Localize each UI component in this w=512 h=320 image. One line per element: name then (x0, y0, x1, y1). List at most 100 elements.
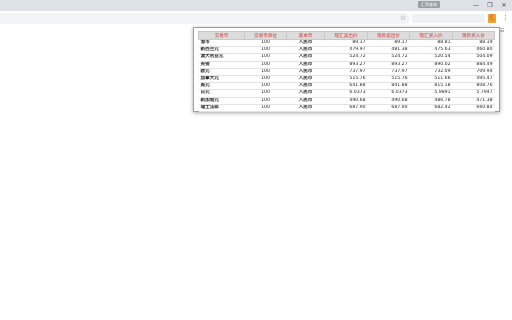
exchange-rate-popup: 交易币 交易币单位 基本币 现汇卖出价 现钞卖出价 现汇买入价 现钞买入价 港币… (193, 27, 500, 112)
cash-buy-rate: 884.49 (452, 61, 495, 69)
base-currency: 人民币 (286, 97, 325, 105)
header-spot-buy: 现汇买入价 (409, 31, 453, 40)
spot-sell-rate: 515.76 (324, 75, 368, 84)
cash-sell-rate: 687.90 (367, 104, 410, 112)
more-menu-icon[interactable]: ⋮ (502, 13, 509, 24)
table-row: 英镑 100 人民币 893.27 893.27 890.02 884.49 (198, 61, 495, 69)
currency-name: 加拿大元 (198, 75, 245, 84)
currency-unit: 100 (244, 46, 287, 55)
currency-name: 港币 (198, 39, 245, 48)
cash-buy-rate: 471.38 (452, 97, 495, 105)
base-currency: 人民币 (286, 46, 325, 55)
spot-sell-rate: 641.88 (324, 82, 368, 91)
table-row: 澳大利亚元 100 人民币 524.72 524.72 520.54 504.0… (198, 53, 495, 62)
cash-buy-rate: 709.94 (452, 68, 495, 76)
base-currency: 人民币 (286, 104, 325, 112)
table-row: 欧元 100 人民币 737.97 737.97 732.09 709.94 (198, 68, 495, 76)
base-currency: 人民币 (286, 89, 325, 98)
base-currency: 人民币 (286, 53, 325, 62)
cash-buy-rate: 5.7947 (452, 89, 495, 98)
cash-sell-rate: 841.88 (367, 82, 410, 91)
currency-name: 澳大利亚元 (198, 53, 245, 62)
spot-sell-rate: 737.97 (324, 68, 368, 76)
table-row: 瑞士法郎 100 人民币 687.90 687.90 682.42 660.84 (198, 104, 495, 112)
exchange-rate-table: 交易币 交易币单位 基本币 现汇卖出价 现钞卖出价 现汇买入价 现钞买入价 港币… (198, 31, 495, 112)
toolbar-extension-area (412, 14, 485, 23)
cash-buy-rate: 660.84 (452, 104, 495, 112)
currency-unit: 100 (244, 82, 287, 91)
spot-buy-rate: 88.81 (409, 39, 453, 48)
currency-unit: 100 (244, 75, 287, 84)
cash-sell-rate: 737.97 (367, 68, 410, 76)
spot-buy-rate: 520.54 (409, 53, 453, 62)
spot-buy-rate: 486.78 (409, 97, 453, 105)
currency-name: 瑞士法郎 (198, 104, 245, 112)
spot-sell-rate: 479.97 (324, 46, 368, 55)
base-currency: 人民币 (286, 61, 325, 69)
table-row: 日元 100 人民币 6.0373 6.0373 5.9891 5.7947 (198, 89, 495, 98)
currency-unit: 100 (244, 39, 287, 48)
cash-sell-rate: 515.76 (367, 75, 410, 84)
browser-toolbar: ☆ 汇 ⋮ (0, 11, 512, 28)
cash-sell-rate: 490.68 (367, 97, 410, 105)
cash-buy-rate: 460.80 (452, 46, 495, 55)
header-unit: 交易币单位 (244, 31, 287, 40)
spot-buy-rate: 732.09 (409, 68, 453, 76)
spot-sell-rate: 893.27 (324, 61, 368, 69)
cash-buy-rate: 504.09 (452, 53, 495, 62)
table-row: 加拿大元 100 人民币 515.76 515.76 511.66 495.47 (198, 75, 495, 84)
table-row: 新加坡元 100 人民币 490.68 490.68 486.78 471.38 (198, 97, 495, 105)
cash-sell-rate: 89.17 (367, 39, 410, 48)
header-spot-sell: 现汇卖出价 (324, 31, 368, 40)
cash-sell-rate: 893.27 (367, 61, 410, 69)
spot-buy-rate: 890.02 (409, 61, 453, 69)
apps-icon[interactable]: ☷ (500, 28, 509, 34)
currency-unit: 100 (244, 97, 287, 105)
spot-sell-rate: 490.68 (324, 97, 368, 105)
cash-buy-rate: 808.76 (452, 82, 495, 91)
base-currency: 人民币 (286, 75, 325, 84)
spot-sell-rate: 687.90 (324, 104, 368, 112)
header-base-currency: 基本币 (286, 31, 325, 40)
base-currency: 人民币 (286, 82, 325, 91)
currency-name: 美元 (198, 82, 245, 91)
close-icon[interactable]: ✕ (496, 0, 512, 11)
table-row: 美元 100 人民币 641.88 841.88 815.18 808.76 (198, 82, 495, 91)
title-bar: 汇率查询 — ❐ ✕ (0, 0, 512, 11)
currency-name: 日元 (198, 89, 245, 98)
currency-name: 英镑 (198, 61, 245, 69)
cash-sell-rate: 524.72 (367, 53, 410, 62)
cash-buy-rate: 495.47 (452, 75, 495, 84)
currency-name: 新加坡元 (198, 97, 245, 105)
table-row: 新西兰元 100 人民币 479.97 481.38 475.63 460.80 (198, 46, 495, 55)
spot-buy-rate: 5.9891 (409, 89, 453, 98)
currency-unit: 100 (244, 104, 287, 112)
spot-sell-rate: 524.72 (324, 53, 368, 62)
window-title: 汇率查询 (418, 1, 440, 8)
address-bar[interactable]: ☆ (0, 13, 410, 24)
currency-name: 新西兰元 (198, 46, 245, 55)
exchange-rate-extension-icon[interactable]: 汇 (488, 14, 496, 23)
spot-buy-rate: 682.42 (409, 104, 453, 112)
table-row: 港币 100 人民币 89.17 89.17 88.81 88.19 (198, 39, 495, 48)
table-header-row: 交易币 交易币单位 基本币 现汇卖出价 现钞卖出价 现汇买入价 现钞买入价 (198, 31, 495, 40)
spot-sell-rate: 6.0373 (324, 89, 368, 98)
currency-unit: 100 (244, 61, 287, 69)
spot-sell-rate: 89.17 (324, 39, 368, 48)
spot-buy-rate: 511.66 (409, 75, 453, 84)
cash-buy-rate: 88.19 (452, 39, 495, 48)
base-currency: 人民币 (286, 39, 325, 48)
cash-sell-rate: 481.38 (367, 46, 410, 55)
base-currency: 人民币 (286, 68, 325, 76)
currency-unit: 100 (244, 89, 287, 98)
header-currency: 交易币 (198, 31, 245, 40)
spot-buy-rate: 815.18 (409, 82, 453, 91)
currency-unit: 100 (244, 53, 287, 62)
spot-buy-rate: 475.63 (409, 46, 453, 55)
star-icon[interactable]: ☆ (399, 13, 407, 24)
header-cash-buy: 现钞买入价 (452, 31, 495, 40)
cash-sell-rate: 6.0373 (367, 89, 410, 98)
header-cash-sell: 现钞卖出价 (367, 31, 410, 40)
currency-name: 欧元 (198, 68, 245, 76)
currency-unit: 100 (244, 68, 287, 76)
